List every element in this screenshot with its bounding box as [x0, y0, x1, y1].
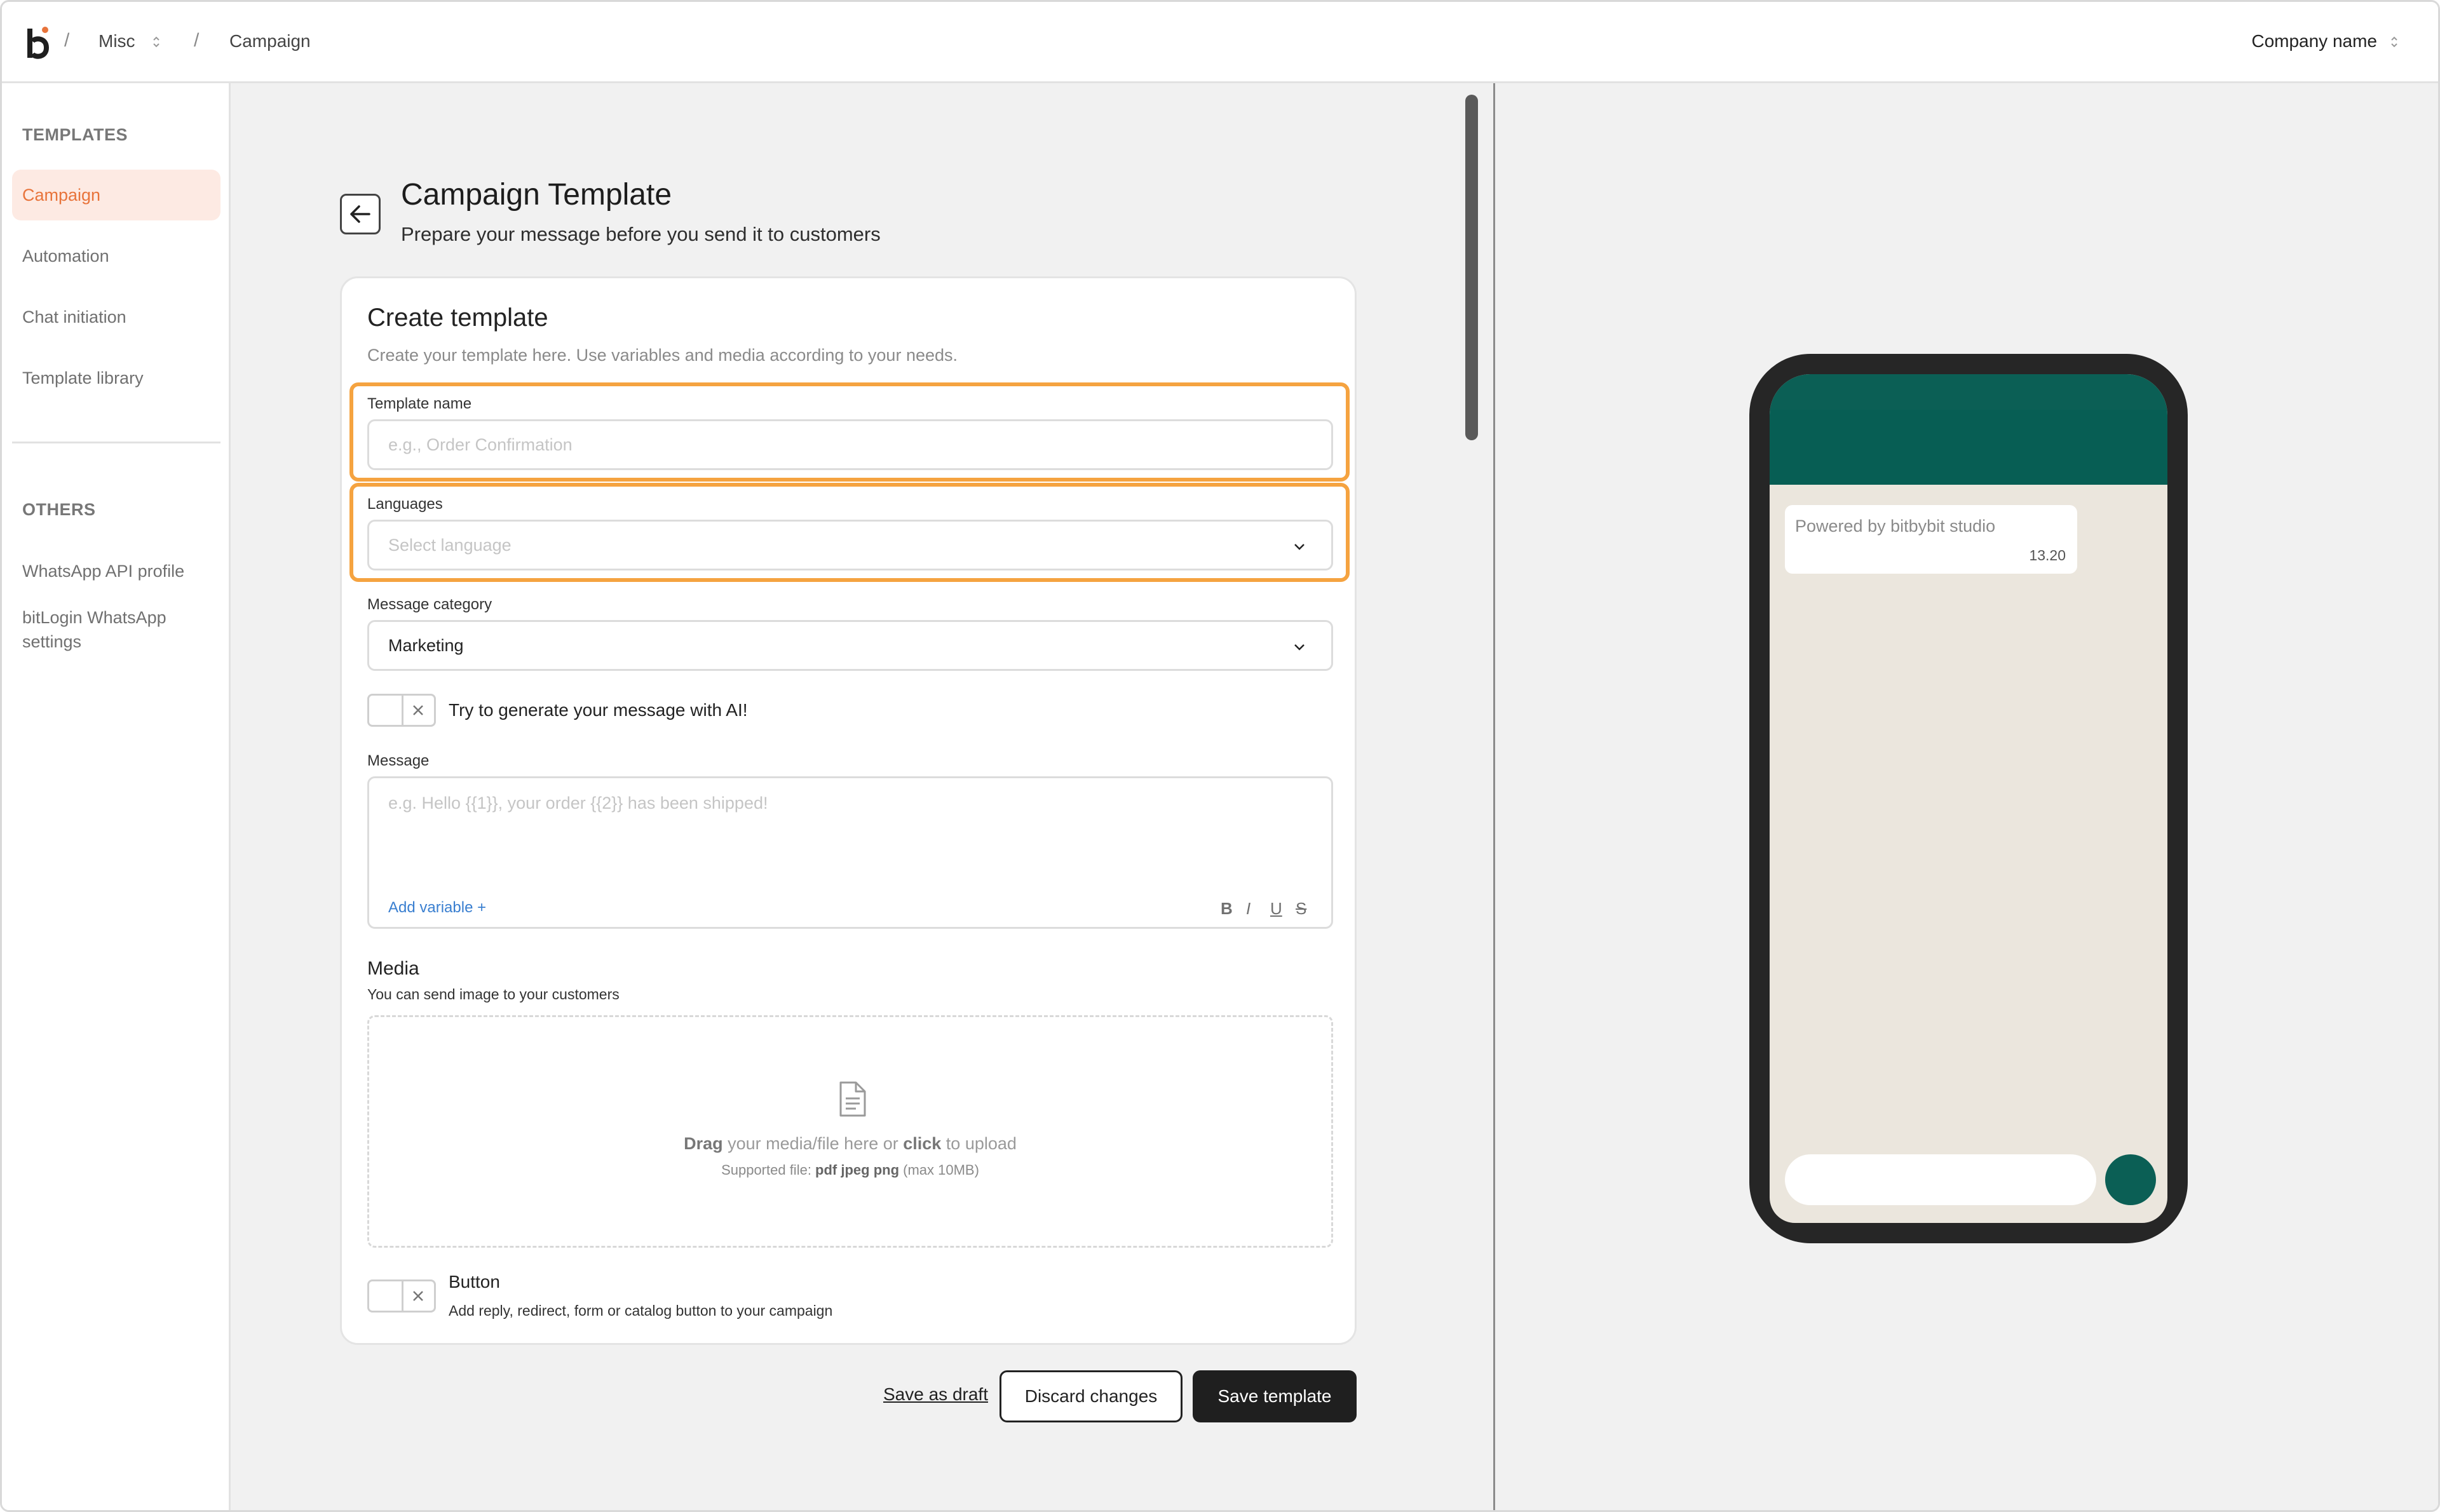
editor-scrollbar[interactable]: [1465, 95, 1478, 440]
breadcrumb-separator: /: [194, 30, 200, 51]
brand-logo[interactable]: [25, 25, 50, 60]
message-textarea[interactable]: e.g. Hello {{1}}, your order {{2}} has b…: [367, 776, 1333, 929]
drag-text: Drag: [684, 1134, 723, 1153]
sidebar-item-label: Template library: [22, 368, 144, 388]
supported-suffix: (max 10MB): [899, 1162, 979, 1178]
company-selector[interactable]: Company name: [2251, 31, 2377, 51]
sidebar-item-label: Campaign: [22, 185, 101, 205]
message-placeholder: e.g. Hello {{1}}, your order {{2}} has b…: [388, 793, 768, 813]
template-name-placeholder: e.g., Order Confirmation: [388, 435, 573, 454]
updown-chevron-icon[interactable]: [152, 35, 161, 49]
phone-status-bar: [1770, 374, 2167, 410]
chat-input: [1785, 1154, 2096, 1205]
sidebar-item-chat-initiation[interactable]: Chat initiation: [12, 292, 220, 342]
bold-button[interactable]: B: [1221, 899, 1233, 919]
sidebar-item-template-library[interactable]: Template library: [12, 353, 220, 403]
breadcrumb-separator: /: [64, 30, 70, 51]
media-dropzone[interactable]: Drag your media/file here or click to up…: [367, 1015, 1333, 1248]
supported-files: Supported file: pdf jpeg png (max 10MB): [369, 1162, 1331, 1178]
sidebar-section-templates: TEMPLATES: [22, 125, 128, 144]
message-bubble: Powered by bitbybit studio 13.20: [1785, 505, 2077, 574]
document-icon: [839, 1081, 866, 1117]
message-label: Message: [367, 752, 430, 769]
top-bar: / Misc / Campaign Company name: [2, 2, 2438, 83]
click-text[interactable]: click: [903, 1134, 941, 1153]
breadcrumb-item-misc[interactable]: Misc: [98, 31, 135, 51]
sidebar: TEMPLATES Campaign Automation Chat initi…: [2, 83, 231, 1510]
sidebar-item-whatsapp-api-profile[interactable]: WhatsApp API profile: [12, 546, 220, 597]
italic-button[interactable]: I: [1246, 899, 1250, 919]
arrow-left-icon: [350, 205, 370, 223]
ai-toggle-label: Try to generate your message with AI!: [449, 700, 748, 720]
save-as-draft-link[interactable]: Save as draft: [883, 1384, 988, 1405]
sidebar-item-label: Chat initiation: [22, 307, 126, 327]
discard-changes-button[interactable]: Discard changes: [1000, 1370, 1183, 1422]
chat-header: [1770, 410, 2167, 485]
page-title: Campaign Template: [401, 178, 672, 212]
template-name-label: Template name: [367, 395, 472, 412]
sidebar-item-label: WhatsApp API profile: [22, 561, 185, 581]
chevron-down-icon: [1294, 544, 1305, 550]
button-toggle[interactable]: [367, 1279, 436, 1313]
sidebar-divider: [12, 442, 220, 443]
media-subtitle: You can send image to your customers: [367, 986, 620, 1002]
phone-screen: Powered by bitbybit studio 13.20: [1770, 374, 2167, 1223]
strikethrough-button[interactable]: S: [1296, 899, 1306, 919]
app-window: / Misc / Campaign Company name TEMPLATES…: [0, 0, 2440, 1512]
languages-placeholder: Select language: [388, 535, 512, 555]
toggle-knob: [369, 1281, 403, 1311]
breadcrumb-item-campaign[interactable]: Campaign: [229, 31, 311, 51]
drop-middle-text: your media/file here or: [722, 1134, 904, 1153]
media-title: Media: [367, 958, 419, 979]
card-subtitle: Create your template here. Use variables…: [367, 346, 958, 365]
card-title: Create template: [367, 304, 548, 332]
close-icon: [413, 1291, 423, 1301]
close-icon: [413, 705, 423, 715]
phone-preview: Powered by bitbybit studio 13.20: [1749, 354, 2188, 1243]
message-category-label: Message category: [367, 596, 492, 613]
sidebar-item-automation[interactable]: Automation: [12, 231, 220, 281]
message-category-select[interactable]: Marketing: [367, 620, 1333, 671]
send-button: [2105, 1154, 2156, 1205]
drop-end-text: to upload: [941, 1134, 1017, 1153]
bubble-time: 13.20: [2029, 547, 2066, 564]
add-variable-button[interactable]: Add variable +: [388, 899, 486, 917]
sidebar-section-others: OTHERS: [22, 500, 96, 519]
create-template-card: Create template Create your template her…: [340, 276, 1357, 1345]
button-toggle-description: Add reply, redirect, form or catalog but…: [449, 1302, 833, 1319]
button-toggle-label: Button: [449, 1272, 500, 1292]
sidebar-item-bitlogin-whatsapp-settings[interactable]: bitLogin WhatsApp settings: [22, 605, 213, 654]
bubble-text: Powered by bitbybit studio: [1795, 516, 1996, 536]
ai-toggle[interactable]: [367, 694, 436, 727]
save-template-button[interactable]: Save template: [1193, 1370, 1357, 1422]
underline-button[interactable]: U: [1270, 899, 1282, 919]
back-button[interactable]: [340, 194, 381, 234]
template-name-input[interactable]: e.g., Order Confirmation: [367, 419, 1333, 470]
chevron-down-icon: [1294, 644, 1305, 651]
sidebar-item-campaign[interactable]: Campaign: [12, 170, 220, 220]
languages-label: Languages: [367, 496, 443, 513]
supported-prefix: Supported file:: [721, 1162, 816, 1178]
dropzone-instruction: Drag your media/file here or click to up…: [369, 1134, 1331, 1154]
toggle-knob: [369, 696, 403, 725]
updown-chevron-icon[interactable]: [2390, 35, 2399, 49]
languages-select[interactable]: Select language: [367, 520, 1333, 570]
message-category-value: Marketing: [388, 635, 464, 655]
sidebar-item-label: Automation: [22, 246, 109, 266]
supported-types: pdf jpeg png: [815, 1162, 900, 1178]
page-subtitle: Prepare your message before you send it …: [401, 223, 881, 245]
